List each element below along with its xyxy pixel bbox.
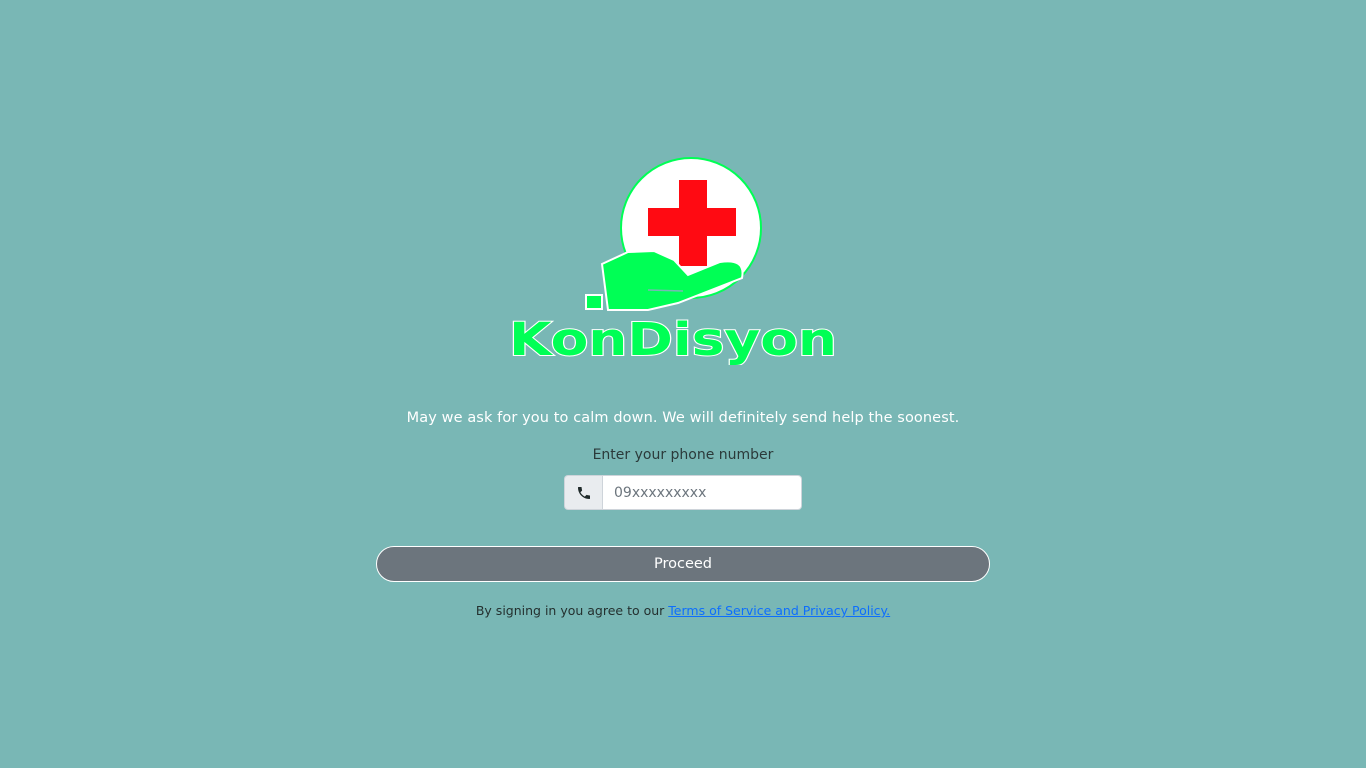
terms-notice: By signing in you agree to our Terms of …	[0, 603, 1366, 618]
terms-link[interactable]: Terms of Service and Privacy Policy.	[668, 603, 890, 618]
logo-graphic: KonDisyon	[508, 157, 838, 365]
terms-prefix: By signing in you agree to our	[475, 603, 669, 618]
kondisyon-logo: KonDisyon	[498, 150, 848, 365]
phone-label: Enter your phone number	[592, 447, 774, 463]
phone-input[interactable]	[602, 475, 802, 510]
logo-wordmark: KonDisyon	[509, 313, 837, 365]
phone-input-group	[564, 475, 802, 510]
reassurance-message: May we ask for you to calm down. We will…	[406, 410, 960, 426]
phone-icon	[577, 486, 590, 499]
proceed-button[interactable]: Proceed	[376, 546, 990, 582]
phone-addon	[564, 475, 602, 510]
